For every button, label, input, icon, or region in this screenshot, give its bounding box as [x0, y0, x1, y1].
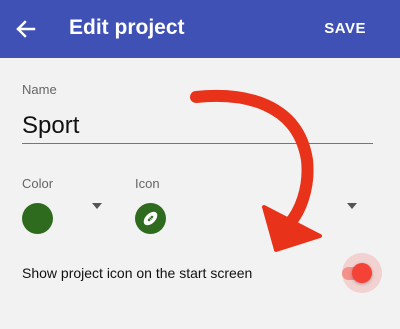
color-swatch[interactable]	[22, 203, 53, 234]
icon-label: Icon	[135, 176, 160, 191]
football-icon	[143, 211, 158, 226]
color-label: Color	[22, 176, 54, 191]
toggle-thumb	[352, 263, 372, 283]
back-button[interactable]	[10, 13, 42, 45]
color-dropdown-icon[interactable]	[92, 202, 102, 210]
page-title: Edit project	[69, 16, 185, 39]
save-button[interactable]: SAVE	[324, 20, 366, 37]
icon-dropdown-icon[interactable]	[347, 202, 357, 210]
name-field[interactable]: Sport	[22, 112, 79, 140]
arrow-left-icon	[16, 20, 36, 38]
show-icon-toggle[interactable]	[338, 253, 382, 293]
app-bar: Edit project SAVE	[0, 0, 400, 58]
icon-selector[interactable]	[135, 203, 166, 234]
name-field-underline	[22, 143, 373, 144]
name-label: Name	[22, 82, 57, 97]
show-icon-label: Show project icon on the start screen	[22, 265, 253, 281]
